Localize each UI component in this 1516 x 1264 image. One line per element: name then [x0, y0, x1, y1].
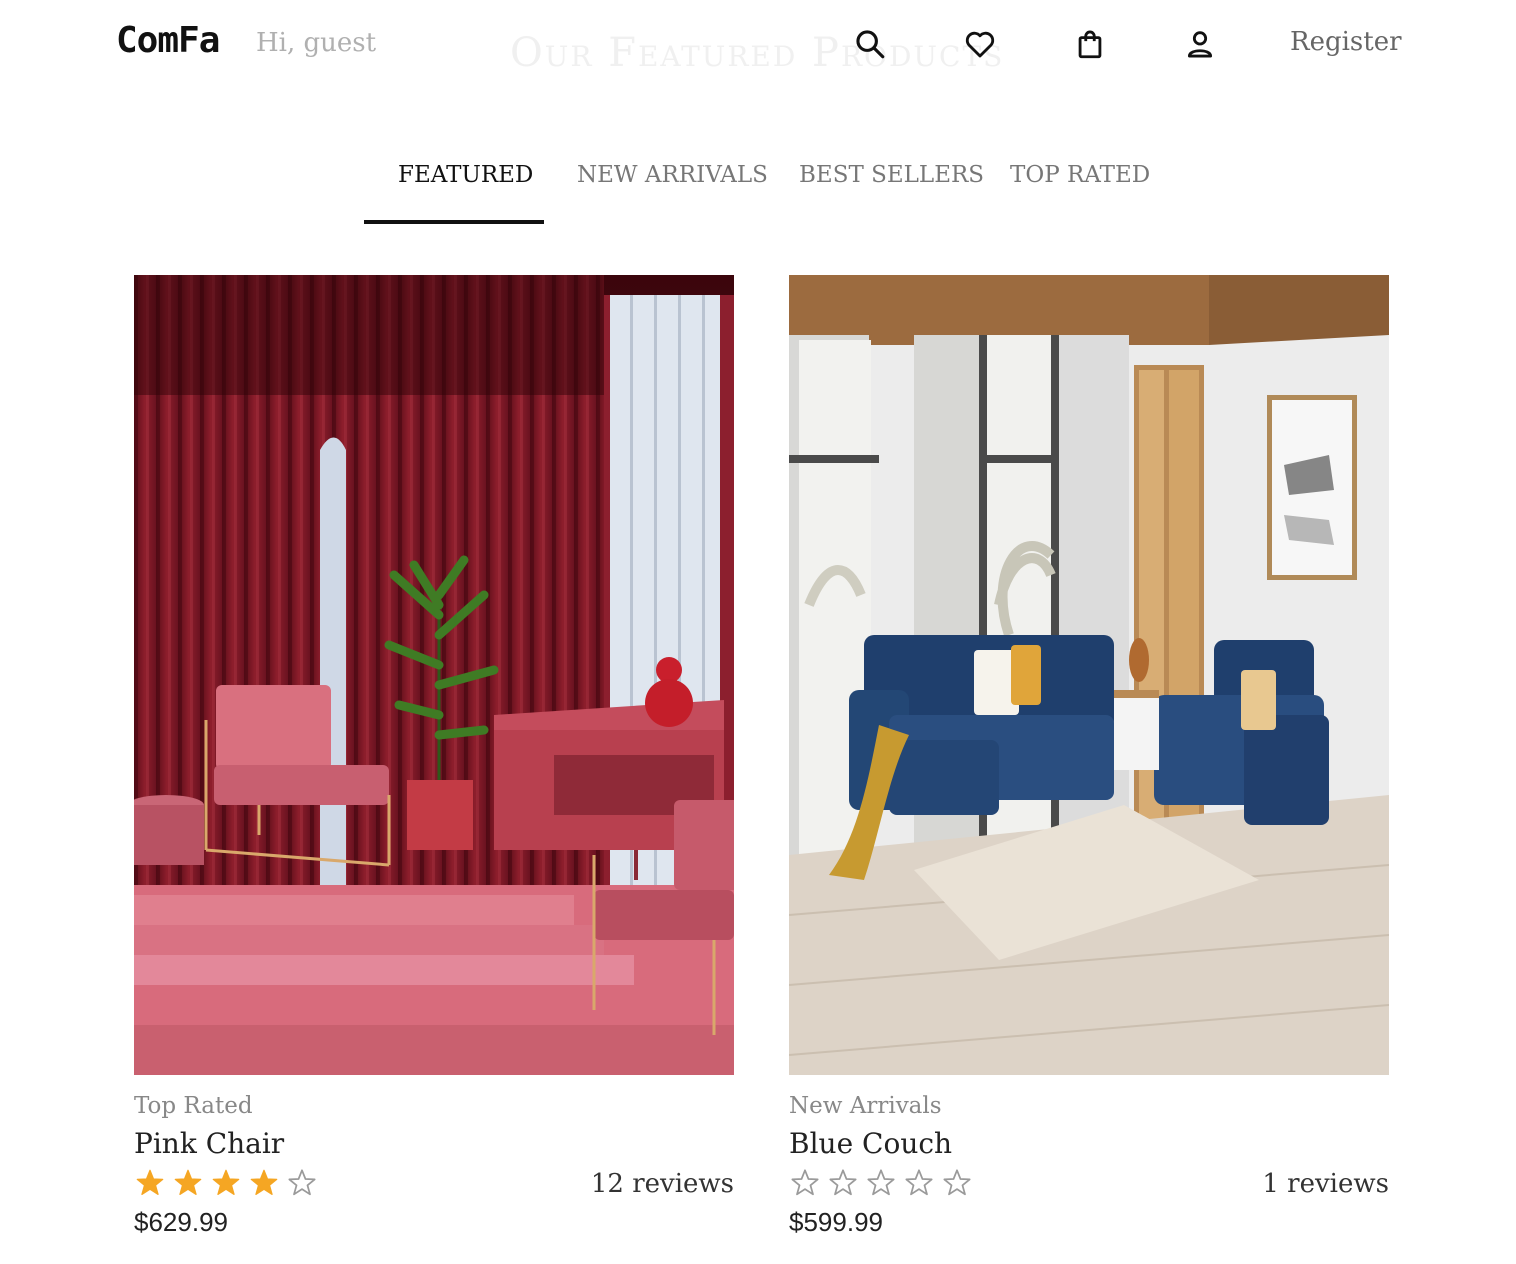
- site-logo[interactable]: ComFa: [116, 20, 220, 61]
- product-name[interactable]: Pink Chair: [134, 1127, 284, 1160]
- star-empty-icon: [905, 1169, 933, 1196]
- star-empty-icon: [791, 1169, 819, 1196]
- star-filled-icon: [174, 1169, 202, 1195]
- tab-new-arrivals[interactable]: NEW ARRIVALS: [577, 162, 768, 188]
- tab-featured[interactable]: FEATURED: [398, 162, 533, 188]
- product-price: $629.99: [134, 1207, 228, 1237]
- user-icon[interactable]: [1180, 24, 1220, 64]
- star-filled-icon: [212, 1169, 240, 1195]
- product-category: Top Rated: [134, 1093, 253, 1119]
- tab-best-sellers[interactable]: BEST SELLERS: [799, 162, 984, 188]
- product-price: $599.99: [789, 1207, 883, 1237]
- star-empty-icon: [867, 1169, 895, 1196]
- review-count[interactable]: 12 reviews: [591, 1169, 734, 1199]
- product-card[interactable]: New Arrivals Blue Couch 1 reviews $599.9…: [789, 275, 1389, 1255]
- search-icon[interactable]: [850, 24, 890, 64]
- review-count[interactable]: 1 reviews: [1262, 1169, 1389, 1199]
- product-tabs: FEATURED NEW ARRIVALS BEST SELLERS TOP R…: [0, 150, 1516, 230]
- star-empty-icon: [288, 1169, 316, 1196]
- product-category: New Arrivals: [789, 1093, 942, 1119]
- heart-icon[interactable]: [960, 24, 1000, 64]
- shopping-bag-icon[interactable]: [1070, 24, 1110, 64]
- product-card[interactable]: Top Rated Pink Chair 12 reviews $629.99: [134, 275, 734, 1255]
- product-image[interactable]: [789, 275, 1389, 1075]
- star-filled-icon: [136, 1169, 164, 1195]
- star-rating: [134, 1167, 318, 1199]
- active-tab-indicator: [364, 220, 544, 224]
- register-link[interactable]: Register: [1290, 27, 1402, 57]
- star-rating: [789, 1167, 973, 1199]
- star-empty-icon: [943, 1169, 971, 1196]
- site-header: ComFa Hi, guest Our Featured Products Re…: [0, 0, 1516, 90]
- tab-top-rated[interactable]: TOP RATED: [1010, 162, 1150, 188]
- section-title: Our Featured Products: [510, 30, 1005, 76]
- star-filled-icon: [250, 1169, 278, 1195]
- user-greeting: Hi, guest: [256, 28, 377, 58]
- star-empty-icon: [829, 1169, 857, 1196]
- product-image[interactable]: [134, 275, 734, 1075]
- product-name[interactable]: Blue Couch: [789, 1127, 952, 1160]
